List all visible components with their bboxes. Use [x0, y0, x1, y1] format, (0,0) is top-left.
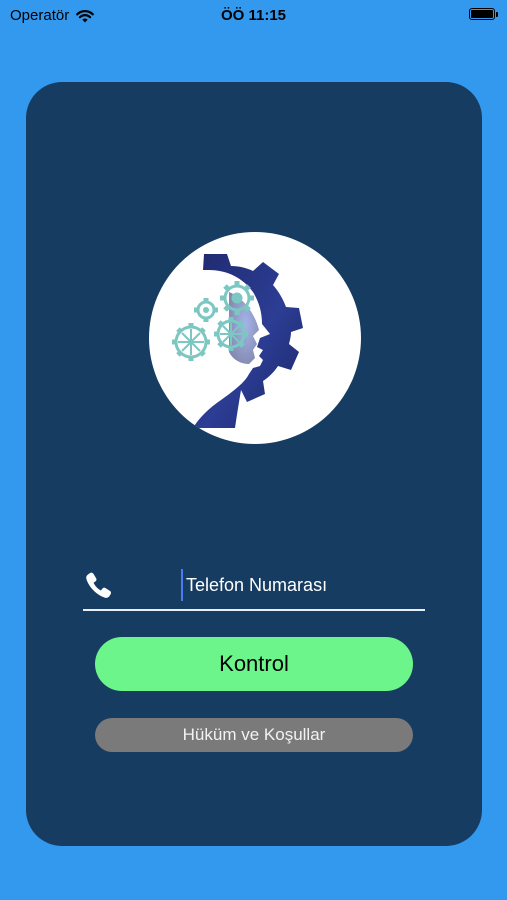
phone-number-field — [83, 565, 428, 611]
login-card: Kontrol Hüküm ve Koşullar — [26, 82, 482, 846]
phone-icon — [86, 572, 112, 598]
status-time: ÖÖ 11:15 — [220, 7, 287, 24]
kontrol-button[interactable]: Kontrol — [95, 637, 413, 691]
logo-graphic — [172, 254, 303, 428]
terms-and-conditions-button[interactable]: Hüküm ve Koşullar — [95, 718, 413, 752]
brain-gears-head-logo — [149, 232, 361, 444]
battery-level-fill — [471, 10, 493, 18]
status-bar: Operatör ÖÖ 11:15 — [0, 0, 507, 30]
battery-icon — [469, 8, 498, 20]
phone-number-input[interactable] — [181, 569, 428, 601]
